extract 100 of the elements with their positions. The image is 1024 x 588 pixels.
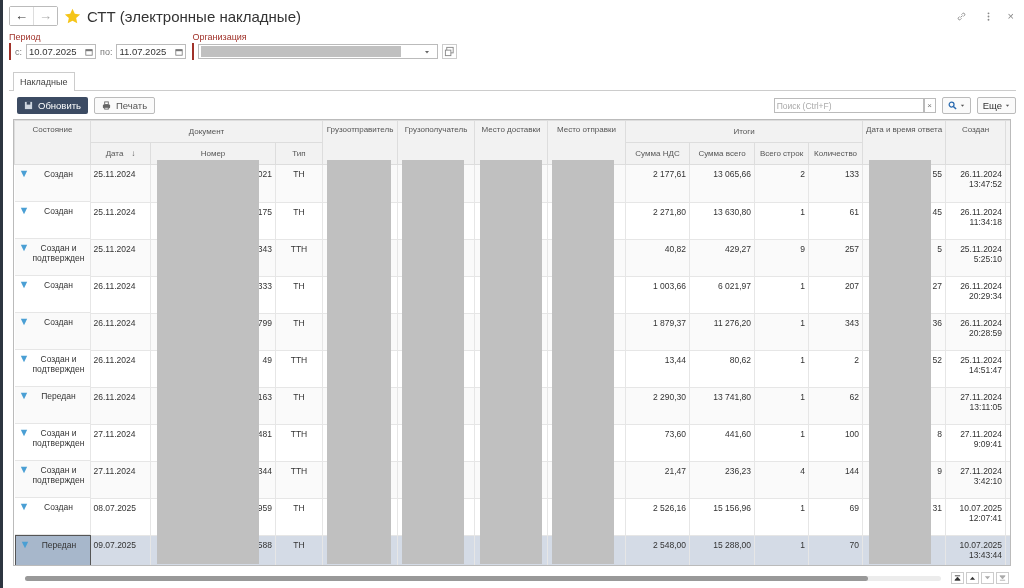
table-cell[interactable]: Создан и подтвержден bbox=[14, 461, 91, 498]
table-cell: 25.11.2024 5:25:10 bbox=[945, 239, 1006, 276]
table-cell: 2 bbox=[808, 350, 863, 387]
calendar-icon[interactable] bbox=[85, 47, 93, 56]
table-cell: 13,44 bbox=[625, 350, 690, 387]
table-cell: 73,60 bbox=[625, 424, 690, 461]
table-cell: 1 bbox=[754, 276, 809, 313]
table-cell[interactable]: Создан bbox=[14, 165, 91, 202]
table-cell: ТН bbox=[275, 202, 323, 239]
table-cell: 26.11.2024 20:28:59 bbox=[945, 313, 1006, 350]
table-cell: 25.11.2024 bbox=[90, 239, 151, 276]
column-header[interactable]: Грузоотправитель bbox=[322, 120, 398, 165]
column-header[interactable]: Дата и время ответа bbox=[862, 120, 946, 165]
calendar-icon[interactable] bbox=[175, 47, 184, 56]
table-cell: 207 bbox=[808, 276, 863, 313]
table-cell: 2 548,00 bbox=[625, 535, 690, 565]
table-cell: 69 bbox=[808, 498, 863, 535]
organization-field[interactable] bbox=[198, 44, 439, 59]
table-cell: 144 bbox=[808, 461, 863, 498]
table-cell: 1 bbox=[754, 350, 809, 387]
triangle-icon bbox=[19, 503, 28, 511]
table-cell: 52 bbox=[932, 354, 943, 365]
print-button[interactable]: Печать bbox=[94, 97, 156, 114]
table-cell: 9 bbox=[937, 465, 943, 476]
table-cell: 26.11.2024 11:34:18 bbox=[945, 202, 1006, 239]
star-icon[interactable] bbox=[64, 7, 81, 25]
table-cell: 441,60 bbox=[689, 424, 755, 461]
table-cell: ТН bbox=[275, 387, 323, 424]
date-field[interactable]: 11.07.2025 bbox=[116, 44, 187, 59]
triangle-icon bbox=[19, 429, 28, 437]
triangle-icon bbox=[20, 541, 29, 549]
table-cell: 15 288,00 bbox=[689, 535, 755, 565]
date-field[interactable]: 10.07.2025 bbox=[26, 44, 96, 59]
table-cell: 31 bbox=[932, 502, 943, 513]
search-field[interactable]: Поиск (Ctrl+F) bbox=[773, 98, 924, 113]
table-cell: 40,82 bbox=[625, 239, 690, 276]
first-icon bbox=[954, 574, 961, 582]
table-cell: 27.11.2024 13:11:05 bbox=[945, 387, 1006, 424]
from-label: с: bbox=[15, 46, 22, 57]
table-cell[interactable]: Создан bbox=[14, 313, 91, 350]
table-cell: 1 bbox=[754, 498, 809, 535]
more-button[interactable]: Еще bbox=[976, 97, 1016, 114]
triangle-icon bbox=[19, 170, 28, 178]
table-cell: 1 bbox=[754, 387, 809, 424]
table-cell: ТТН bbox=[275, 239, 323, 276]
up-icon bbox=[969, 574, 976, 582]
table-cell: 1 003,66 bbox=[625, 276, 690, 313]
last-page-button[interactable] bbox=[996, 572, 1009, 584]
table-cell: 15 156,96 bbox=[689, 498, 755, 535]
column-header[interactable]: Грузополучатель bbox=[397, 120, 475, 165]
last-icon bbox=[999, 574, 1006, 582]
table-cell: 26.11.2024 bbox=[90, 276, 151, 313]
close-button[interactable]: × bbox=[1005, 10, 1016, 22]
table-cell: 236,23 bbox=[689, 461, 755, 498]
tab[interactable]: Накладные bbox=[13, 72, 75, 91]
table-cell[interactable]: Передан bbox=[14, 535, 91, 565]
caret-icon bbox=[959, 103, 965, 108]
table-cell: 27.11.2024 bbox=[90, 424, 151, 461]
first-page-button[interactable] bbox=[951, 572, 964, 584]
table-cell: 70 bbox=[808, 535, 863, 565]
table-cell: 27.11.2024 9:09:41 bbox=[945, 424, 1006, 461]
triangle-icon bbox=[19, 281, 28, 289]
period-label: Период bbox=[9, 32, 42, 42]
link-icon[interactable] bbox=[955, 10, 967, 22]
table-cell: 5 bbox=[937, 243, 943, 254]
triangle-icon bbox=[19, 244, 28, 252]
table-cell[interactable]: Создан и подтвержден bbox=[14, 239, 91, 276]
triangle-icon bbox=[19, 207, 28, 215]
search-button[interactable] bbox=[941, 97, 971, 114]
table-cell[interactable]: Передан bbox=[14, 387, 91, 424]
table-cell: 27.11.2024 3:42:10 bbox=[945, 461, 1006, 498]
sort-mark: ↓ bbox=[131, 149, 136, 158]
table-cell: 21,47 bbox=[625, 461, 690, 498]
table-cell: 08.07.2025 bbox=[90, 498, 151, 535]
table-cell: 11 276,20 bbox=[689, 313, 755, 350]
caret-icon bbox=[1005, 103, 1010, 108]
column-header[interactable]: Место доставки bbox=[474, 120, 548, 165]
dropdown-icon[interactable] bbox=[423, 48, 432, 56]
organization-label: Организация bbox=[192, 32, 248, 42]
table-cell: ТТН bbox=[275, 424, 323, 461]
column-header[interactable]: Состояние bbox=[14, 120, 91, 165]
table-cell: 2 290,30 bbox=[625, 387, 690, 424]
column-header[interactable]: Создан bbox=[945, 120, 1006, 165]
previous-button[interactable] bbox=[966, 572, 979, 584]
table-cell: 27.11.2024 bbox=[90, 461, 151, 498]
table-cell: 2 177,61 bbox=[625, 164, 690, 202]
table-cell: 13 741,80 bbox=[689, 387, 755, 424]
table-cell: 25.11.2024 bbox=[90, 164, 151, 202]
column-header: Документ bbox=[90, 120, 323, 143]
open-icon[interactable] bbox=[442, 44, 458, 59]
table-cell: 26.11.2024 20:29:34 bbox=[945, 276, 1006, 313]
table-cell: 13 630,80 bbox=[689, 202, 755, 239]
table-cell: ТН bbox=[275, 164, 323, 202]
table-cell: 26.11.2024 bbox=[90, 313, 151, 350]
table-cell: 1 bbox=[754, 202, 809, 239]
table-cell: 09.07.2025 bbox=[90, 535, 151, 565]
column-header[interactable]: Место отправки bbox=[547, 120, 626, 165]
column-header: Итоги bbox=[625, 120, 863, 143]
window-title: СТТ (электронные накладные) bbox=[87, 7, 301, 25]
refresh-button[interactable]: Обновить bbox=[17, 97, 88, 114]
